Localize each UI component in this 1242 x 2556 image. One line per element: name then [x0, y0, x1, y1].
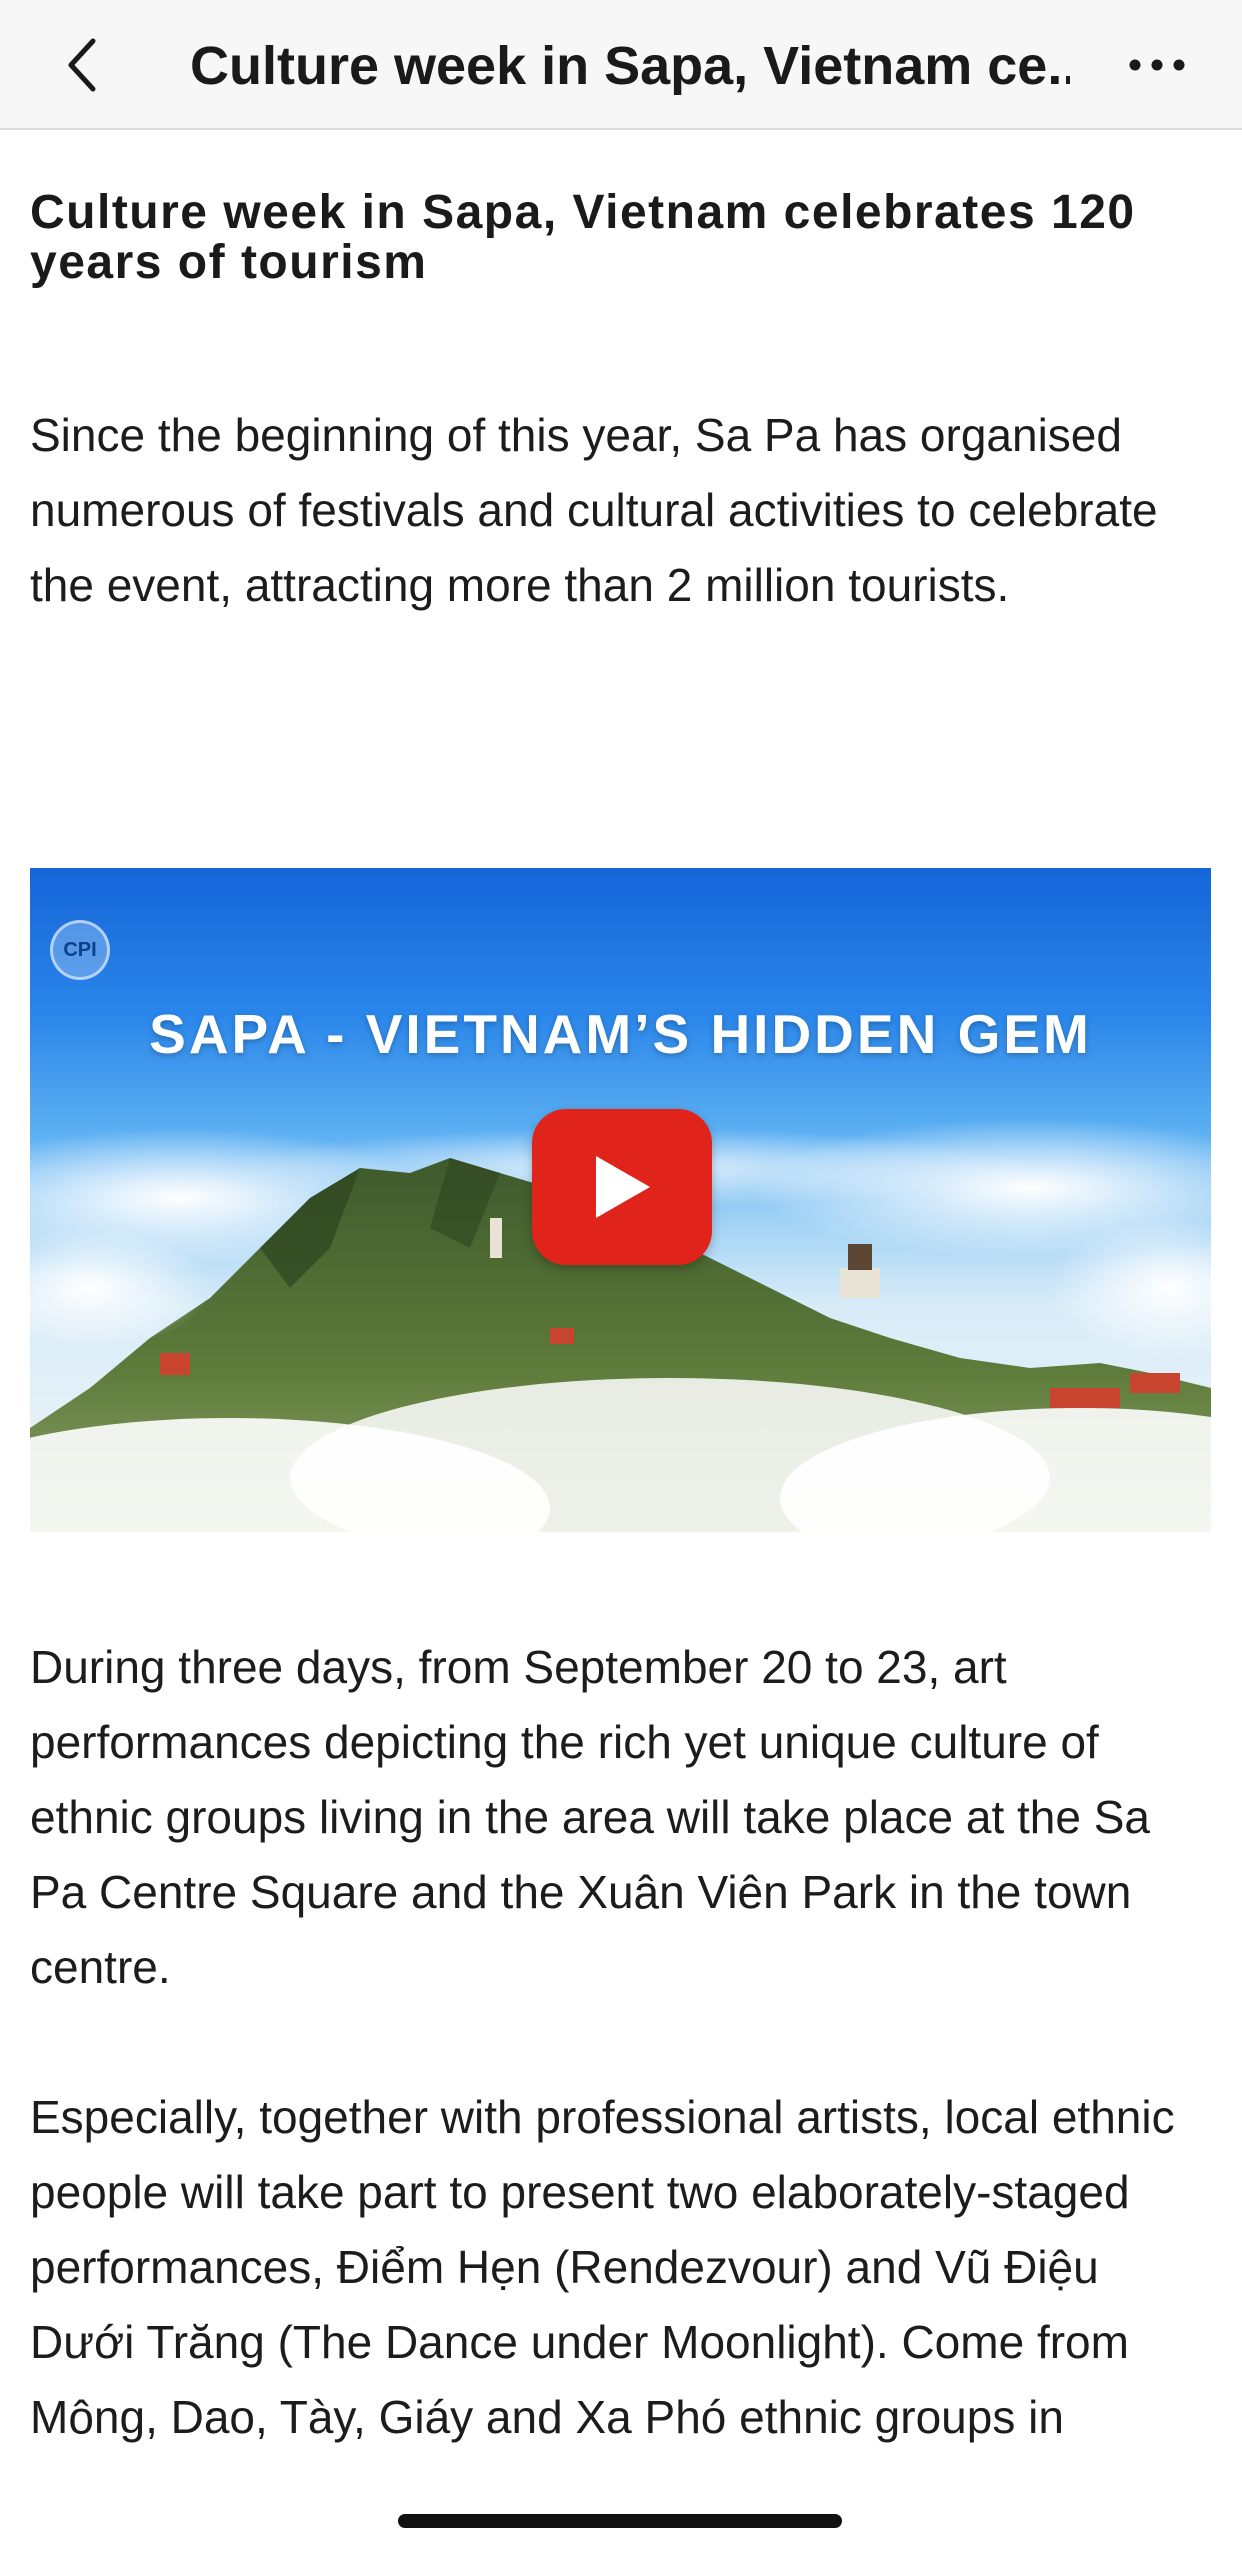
ellipsis-icon — [1129, 59, 1185, 71]
play-button[interactable] — [532, 1109, 712, 1265]
article-paragraph: During three days, from September 20 to … — [30, 1641, 1150, 1993]
back-button[interactable] — [40, 22, 126, 108]
home-indicator[interactable] — [398, 2514, 842, 2528]
video-headline: SAPA - VIETNAM’S HIDDEN GEM — [149, 1003, 1092, 1065]
more-options-button[interactable] — [1112, 22, 1202, 108]
article-paragraph: Since the beginning of this year, Sa Pa … — [30, 409, 1158, 611]
navigation-bar: Culture week in Sapa, Vietnam ce... — [0, 0, 1242, 130]
play-icon — [596, 1156, 650, 1218]
video-thumbnail[interactable]: CPI SAPA - VIETNAM’S HIDDEN GEM — [30, 868, 1211, 1532]
chevron-left-icon — [68, 38, 96, 92]
article-title: Culture week in Sapa, Vietnam celebrates… — [30, 186, 1136, 289]
page-title: Culture week in Sapa, Vietnam ce... — [190, 36, 1070, 96]
article-paragraph: Especially, together with professional a… — [30, 2091, 1175, 2443]
channel-logo: CPI — [50, 920, 110, 980]
